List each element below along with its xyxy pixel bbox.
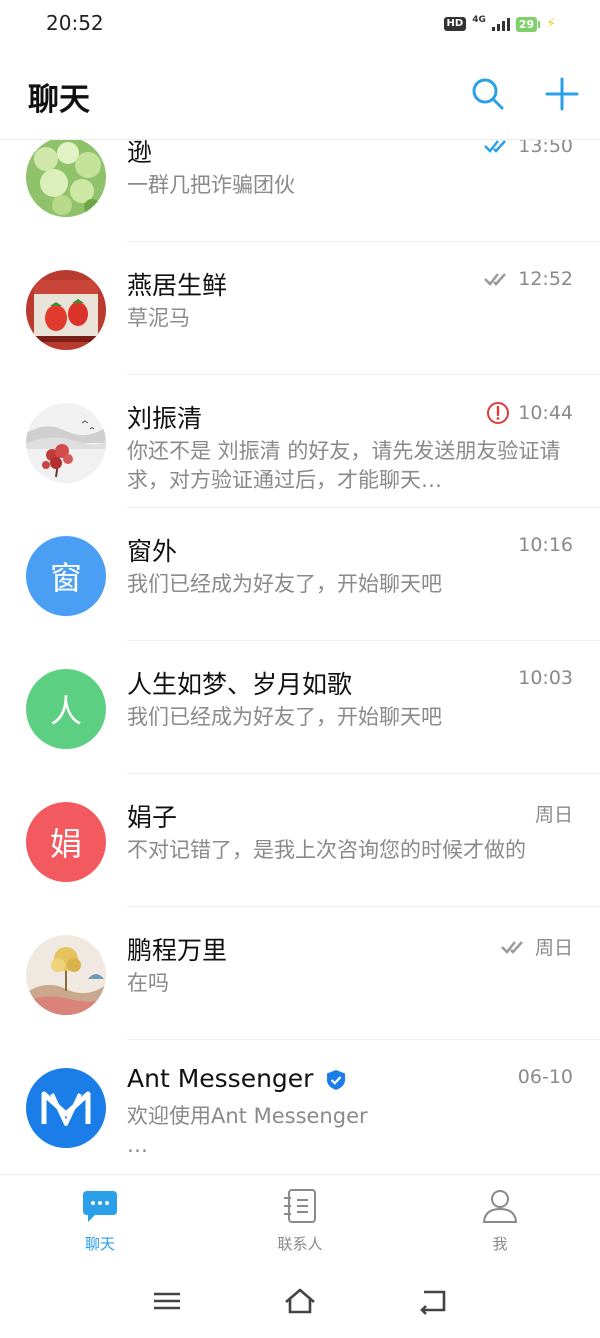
chat-name: 鹏程万里 bbox=[127, 936, 228, 965]
page-title: 聊天 bbox=[28, 82, 90, 118]
avatar-letter: 窗 bbox=[49, 559, 82, 597]
chat-preview: 草泥马 bbox=[127, 306, 190, 330]
chat-meta: 06-10 bbox=[518, 1066, 573, 1088]
chat-time: 10:16 bbox=[518, 534, 573, 556]
avatar-letter: 娟 bbox=[49, 825, 82, 863]
chat-preview: 在吗 bbox=[127, 971, 169, 995]
search-icon bbox=[472, 78, 504, 110]
chat-name-text: Ant Messenger bbox=[127, 1064, 314, 1093]
chat-preview: 你还不是 刘振清 的好友，请先发送朋友验证请求，对方验证通过后，才能聊天… bbox=[127, 439, 561, 492]
status-bar: 20:52 HD 4G 29 ⚡ bbox=[0, 0, 600, 48]
chat-time: 周日 bbox=[534, 937, 573, 959]
chat-preview: 不对记错了，是我上次咨询您的时候才做的 bbox=[127, 838, 526, 862]
network-type: 4G bbox=[472, 14, 486, 25]
chat-item[interactable]: 燕居生鲜 12:52 草泥马 bbox=[0, 242, 600, 375]
chat-meta: 10:44 bbox=[486, 401, 573, 425]
battery-icon: 29 bbox=[515, 16, 541, 32]
status-time: 20:52 bbox=[46, 11, 104, 35]
avatar: 娟 bbox=[26, 802, 106, 882]
chat-meta: 12:52 bbox=[484, 268, 573, 290]
add-button[interactable] bbox=[544, 76, 580, 112]
home-icon[interactable] bbox=[283, 1286, 317, 1316]
chat-name: 燕居生鲜 bbox=[127, 271, 228, 300]
chat-item[interactable]: Ant Messenger 06-10 欢迎使用Ant Messenger … bbox=[0, 1040, 600, 1173]
menu-icon[interactable] bbox=[150, 1286, 184, 1316]
profile-icon bbox=[482, 1190, 518, 1223]
ant-messenger-logo-icon bbox=[41, 1091, 91, 1126]
chat-preview: 我们已经成为好友了，开始聊天吧 bbox=[127, 705, 442, 729]
chat-preview: 一群几把诈骗团伙 bbox=[127, 173, 295, 197]
battery-level: 29 bbox=[515, 16, 538, 32]
avatar bbox=[26, 139, 106, 217]
chat-meta: 10:16 bbox=[518, 534, 573, 556]
chat-item[interactable]: 刘振清 10:44 你还不是 刘振清 的好友，请先发送朋友验证请求，对方验证通过… bbox=[0, 375, 600, 508]
charging-icon: ⚡ bbox=[546, 16, 556, 32]
system-nav-bar bbox=[0, 1270, 600, 1338]
avatar bbox=[26, 403, 106, 483]
chat-meta: 10:03 bbox=[518, 667, 573, 689]
chat-meta: 13:50 bbox=[484, 139, 573, 157]
hd-badge: HD bbox=[443, 17, 467, 31]
search-button[interactable] bbox=[470, 76, 506, 112]
read-receipt-icon bbox=[484, 140, 507, 153]
tab-label: 联系人 bbox=[277, 1235, 323, 1253]
back-icon[interactable] bbox=[416, 1286, 450, 1316]
status-icons: HD 4G 29 ⚡ bbox=[443, 14, 556, 34]
chat-name: 娟子 bbox=[127, 803, 178, 832]
signal-icon bbox=[491, 17, 510, 31]
tab-chats[interactable]: 聊天 bbox=[40, 1187, 160, 1254]
read-receipt-icon bbox=[484, 273, 507, 286]
chat-name: 逊 bbox=[127, 139, 153, 167]
chat-bubble-icon bbox=[83, 1191, 117, 1222]
chat-name: 人生如梦、岁月如歌 bbox=[127, 670, 353, 699]
avatar bbox=[26, 935, 106, 1015]
read-receipt-icon bbox=[501, 940, 523, 954]
avatar: 窗 bbox=[26, 536, 106, 616]
chat-time: 周日 bbox=[534, 804, 573, 826]
chat-name: 窗外 bbox=[127, 537, 178, 566]
verified-badge-icon bbox=[327, 1070, 346, 1090]
app-header: 聊天 bbox=[0, 48, 600, 140]
chat-preview: 欢迎使用Ant Messenger … bbox=[127, 1104, 368, 1157]
avatar bbox=[26, 270, 106, 350]
chat-item[interactable]: 鹏程万里 周日 在吗 bbox=[0, 907, 600, 1040]
chat-item[interactable]: 逊 13:50 一群几把诈骗团伙 bbox=[0, 139, 600, 242]
avatar-letter: 人 bbox=[49, 692, 82, 730]
chat-name: Ant Messenger bbox=[127, 1064, 347, 1093]
avatar bbox=[26, 1068, 106, 1148]
chat-meta: 周日 bbox=[501, 933, 573, 960]
chat-item[interactable]: 窗 窗外 10:16 我们已经成为好友了，开始聊天吧 bbox=[0, 508, 600, 641]
bottom-tab-bar: 聊天 联系人 我 bbox=[0, 1174, 600, 1271]
tab-contacts[interactable]: 联系人 bbox=[240, 1187, 360, 1254]
chat-time: 13:50 bbox=[518, 139, 573, 157]
chat-time: 06-10 bbox=[517, 1066, 573, 1088]
chat-meta: 周日 bbox=[535, 800, 573, 827]
error-icon bbox=[487, 402, 510, 424]
chat-time: 10:44 bbox=[518, 402, 573, 424]
avatar: 人 bbox=[26, 669, 106, 749]
plus-icon bbox=[545, 77, 579, 111]
chat-time: 10:03 bbox=[518, 667, 573, 689]
chat-name: 刘振清 bbox=[127, 404, 203, 433]
chat-item[interactable]: 娟 娟子 周日 不对记错了，是我上次咨询您的时候才做的 bbox=[0, 774, 600, 907]
chat-preview: 我们已经成为好友了，开始聊天吧 bbox=[127, 572, 442, 596]
contacts-icon bbox=[284, 1189, 316, 1223]
chat-time: 12:52 bbox=[518, 268, 573, 290]
tab-me[interactable]: 我 bbox=[440, 1187, 560, 1254]
chat-item[interactable]: 人 人生如梦、岁月如歌 10:03 我们已经成为好友了，开始聊天吧 bbox=[0, 641, 600, 774]
chat-list[interactable]: 逊 13:50 一群几把诈骗团伙 燕居生鲜 12:52 草泥马 刘振清 10:4… bbox=[0, 139, 600, 1174]
tab-label: 我 bbox=[492, 1235, 508, 1253]
tab-label: 聊天 bbox=[84, 1235, 115, 1253]
